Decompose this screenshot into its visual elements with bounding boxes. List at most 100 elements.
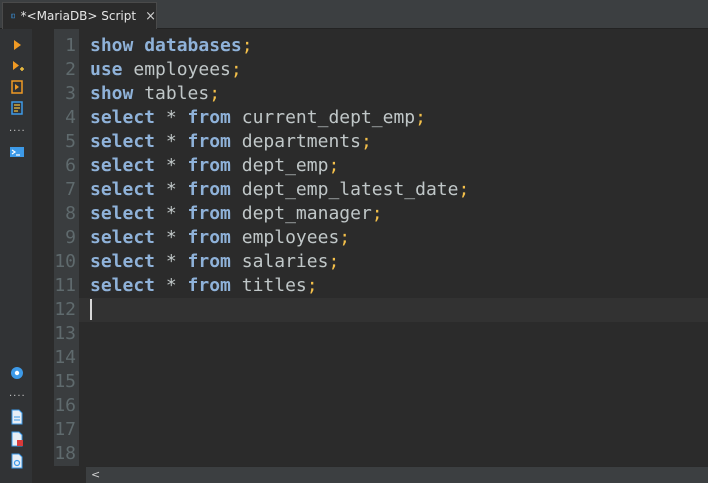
editor-tab-bar: *<MariaDB> Script ×: [0, 0, 708, 29]
line-number: 15: [54, 371, 76, 392]
sql-keyword: select: [90, 203, 156, 224]
sql-keyword: show: [90, 83, 134, 104]
statement-terminator: ;: [458, 179, 470, 200]
code-line[interactable]: select * from departments;: [90, 130, 372, 154]
execute-statement-icon[interactable]: [9, 37, 25, 53]
sql-token: *: [155, 251, 188, 272]
execute-in-new-tab-icon[interactable]: [9, 79, 25, 95]
more-dots-icon[interactable]: ....: [9, 124, 25, 134]
sql-keyword: select: [90, 131, 156, 152]
statement-terminator: ;: [209, 83, 221, 104]
line-number: 17: [54, 419, 76, 440]
sql-keyword: from: [187, 251, 231, 272]
line-number: 1: [65, 35, 76, 56]
statement-terminator: ;: [339, 227, 351, 248]
close-icon[interactable]: ×: [145, 9, 156, 24]
export-script-icon[interactable]: [9, 453, 25, 469]
sql-token: *: [155, 131, 188, 152]
editor-bottom-strip: [32, 466, 86, 483]
code-line[interactable]: select * from titles;: [90, 274, 318, 298]
new-script-icon[interactable]: [9, 409, 25, 425]
line-number: 14: [54, 347, 76, 368]
sql-token: *: [155, 179, 188, 200]
sql-keyword: select: [90, 275, 156, 296]
sql-token: employees: [230, 227, 340, 248]
line-number: 16: [54, 395, 76, 416]
sql-keyword: from: [187, 131, 231, 152]
more-dots-icon-lower[interactable]: ....: [9, 389, 25, 399]
sql-token: tables: [133, 83, 210, 104]
code-line[interactable]: show databases;: [90, 34, 253, 58]
sql-keyword: select: [90, 251, 156, 272]
current-line-highlight: [79, 298, 708, 322]
sql-token: titles: [230, 275, 307, 296]
delete-script-icon[interactable]: [9, 431, 25, 447]
sql-token: departments: [230, 131, 361, 152]
line-number: 12: [54, 299, 76, 320]
tab-mariadb-script[interactable]: *<MariaDB> Script ×: [2, 2, 157, 29]
sql-token: *: [155, 227, 188, 248]
sql-keyword: select: [90, 107, 156, 128]
statement-terminator: ;: [360, 131, 372, 152]
script-toolbar: .... ....: [0, 29, 32, 483]
console-icon[interactable]: [9, 144, 25, 160]
sql-token: dept_emp: [230, 155, 329, 176]
statement-terminator: ;: [415, 107, 426, 128]
line-number: 10: [54, 251, 76, 272]
statement-terminator: ;: [328, 251, 340, 272]
line-number: 7: [65, 179, 76, 200]
statement-terminator: ;: [371, 203, 383, 224]
sql-keyword: select: [90, 155, 156, 176]
code-line[interactable]: select * from dept_emp;: [90, 154, 339, 178]
line-number: 9: [65, 227, 76, 248]
sql-token: *: [155, 107, 188, 128]
code-line[interactable]: select * from salaries;: [90, 250, 339, 274]
sql-keyword: use: [90, 59, 123, 80]
scroll-left-icon[interactable]: <: [91, 467, 100, 483]
sql-token: *: [155, 155, 188, 176]
tab-title: *<MariaDB> Script: [20, 9, 137, 23]
line-number: 6: [65, 155, 76, 176]
code-line[interactable]: select * from dept_emp_latest_date;: [90, 178, 469, 202]
line-number: 11: [54, 275, 76, 296]
sql-keyword: from: [187, 155, 231, 176]
sql-editor[interactable]: 1 2 3 4 5 6 7 8 9 10 11 12 13 14 15 16 17 18 show database…: [32, 29, 708, 466]
line-number: 4: [65, 107, 76, 128]
sql-keyword: from: [187, 227, 231, 248]
sql-token: *: [155, 203, 188, 224]
line-number: 18: [54, 443, 76, 464]
explain-plan-icon[interactable]: [9, 100, 25, 116]
code-line[interactable]: show tables;: [90, 82, 220, 106]
code-line[interactable]: select * from employees;: [90, 226, 350, 250]
sql-keyword: from: [187, 203, 231, 224]
navigator-icon[interactable]: [9, 365, 25, 381]
horizontal-scrollbar[interactable]: <: [86, 466, 708, 483]
sql-keyword: show: [90, 35, 134, 56]
statement-terminator: ;: [328, 155, 340, 176]
sql-keyword: from: [187, 107, 231, 128]
sql-token: dept_emp_latest_date: [230, 179, 459, 200]
sql-keyword: select: [90, 227, 156, 248]
text-caret: [90, 299, 92, 320]
line-number: 2: [65, 59, 76, 80]
execute-script-icon[interactable]: [9, 58, 25, 74]
sql-token: current_dept_emp: [230, 107, 416, 128]
sql-keyword: from: [187, 179, 231, 200]
statement-terminator: ;: [306, 275, 318, 296]
sql-keyword: from: [187, 275, 231, 296]
sql-token: *: [155, 275, 188, 296]
line-number: 5: [65, 131, 76, 152]
sql-token: employees: [122, 59, 231, 80]
line-number: 3: [65, 83, 76, 104]
sql-token: dept_manager: [230, 203, 372, 224]
sql-script-icon: [11, 13, 15, 19]
line-number: 8: [65, 203, 76, 224]
statement-terminator: ;: [241, 35, 253, 56]
code-line[interactable]: select * from dept_manager;: [90, 202, 383, 226]
sql-token: salaries: [230, 251, 329, 272]
code-line[interactable]: use employees;: [90, 58, 242, 82]
statement-terminator: ;: [230, 59, 242, 80]
code-line[interactable]: select * from current_dept_emp;: [90, 106, 426, 130]
sql-keyword: databases: [144, 35, 242, 56]
